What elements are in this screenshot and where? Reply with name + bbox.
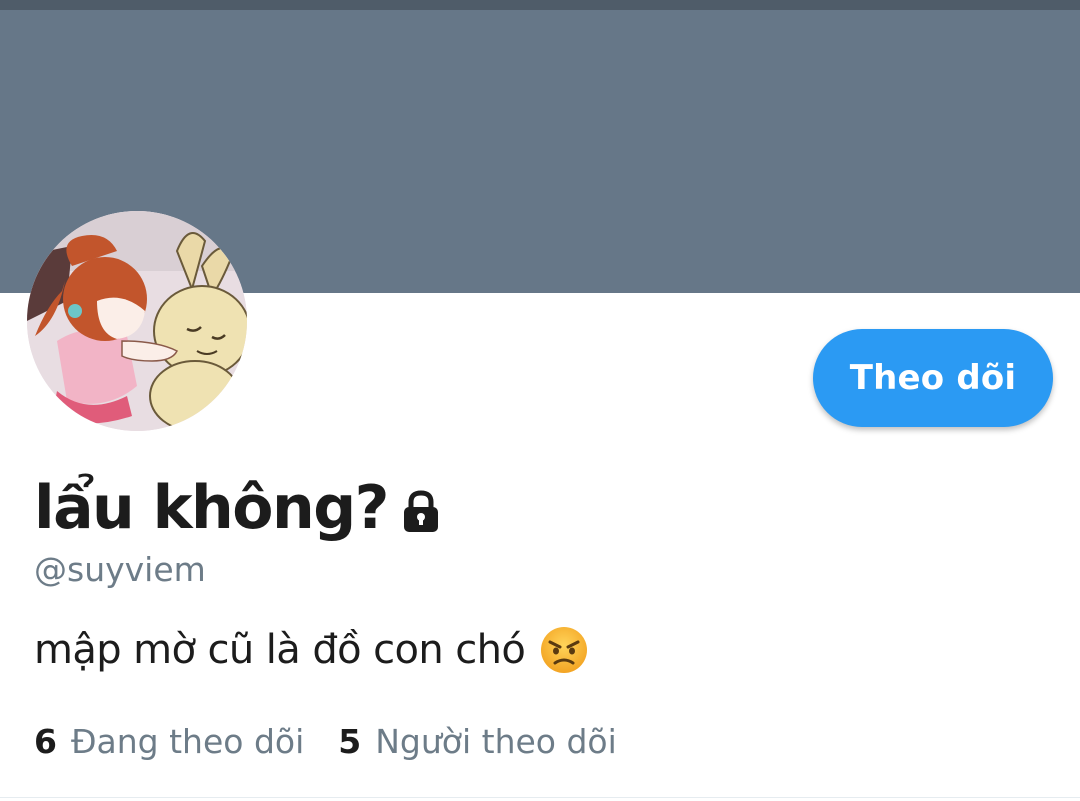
status-bar-strip [0,0,1080,10]
profile-avatar[interactable] [27,211,247,431]
divider [0,797,1080,798]
display-name-row: lẩu không? [34,468,442,548]
display-name: lẩu không? [34,473,389,543]
follow-button[interactable]: Theo dõi [813,329,1053,427]
following-stat[interactable]: 6 Đang theo dõi [34,720,304,764]
username-handle: @suyviem [34,550,206,589]
followers-label: Người theo dõi [375,722,617,761]
lock-icon [400,490,442,534]
following-count: 6 [34,722,57,761]
following-label: Đang theo dõi [70,722,305,761]
angry-face-icon [539,625,589,675]
followers-stat[interactable]: 5 Người theo dõi [338,720,617,764]
bio: mập mờ cũ là đồ con chó [34,623,589,677]
avatar-image [27,211,247,431]
follow-stats: 6 Đang theo dõi 5 Người theo dõi [34,720,617,764]
bio-text: mập mờ cũ là đồ con chó [34,627,526,673]
profile-page: Theo dõi lẩu không? @suyviem mập mờ cũ l… [0,0,1080,801]
followers-count: 5 [338,722,362,761]
